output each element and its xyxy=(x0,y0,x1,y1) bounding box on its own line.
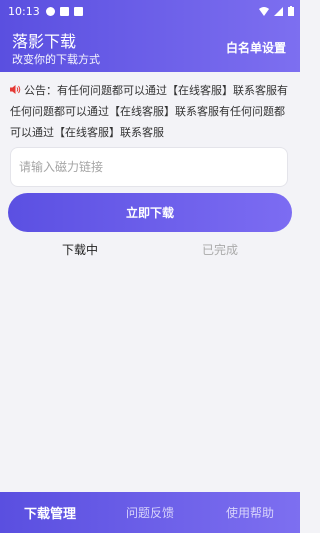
tab-downloading[interactable]: 下载中 xyxy=(40,238,120,262)
wifi-icon xyxy=(259,6,269,16)
announcement: 公告：有任何问题都可以通过【在线客服】联系客服有任何问题都可以通过【在线客服】联… xyxy=(10,80,294,143)
bottom-navigation: 下载管理 问题反馈 使用帮助 xyxy=(0,492,300,533)
system-icons xyxy=(259,6,294,16)
nav-feedback[interactable]: 问题反馈 xyxy=(100,504,200,521)
status-time: 10:13 xyxy=(8,4,40,18)
magnet-link-input[interactable] xyxy=(10,147,288,187)
notification-icons xyxy=(45,6,83,16)
speaker-icon xyxy=(10,85,21,94)
app-title: 落影下载 xyxy=(12,32,77,51)
download-notification-icon xyxy=(59,6,69,16)
nav-help[interactable]: 使用帮助 xyxy=(200,504,300,521)
nav-download-management[interactable]: 下载管理 xyxy=(0,503,100,522)
download-now-button[interactable]: 立即下载 xyxy=(8,193,292,232)
announcement-text: 公告：有任何问题都可以通过【在线客服】联系客服有任何问题都可以通过【在线客服】联… xyxy=(10,84,288,139)
download-tabs: 下载中 已完成 xyxy=(0,238,300,262)
whitelist-settings-button[interactable]: 白名单设置 xyxy=(226,39,286,56)
app-subtitle: 改变你的下载方式 xyxy=(12,53,100,66)
tab-completed[interactable]: 已完成 xyxy=(180,238,260,262)
status-bar: 10:13 xyxy=(0,0,300,22)
notification-dot-icon xyxy=(45,6,55,16)
image-notification-icon xyxy=(73,6,83,16)
battery-icon xyxy=(288,6,294,16)
app-header: 10:13 落影下载 改变你的下载方式 白名单设置 xyxy=(0,0,300,72)
signal-icon xyxy=(274,6,283,16)
